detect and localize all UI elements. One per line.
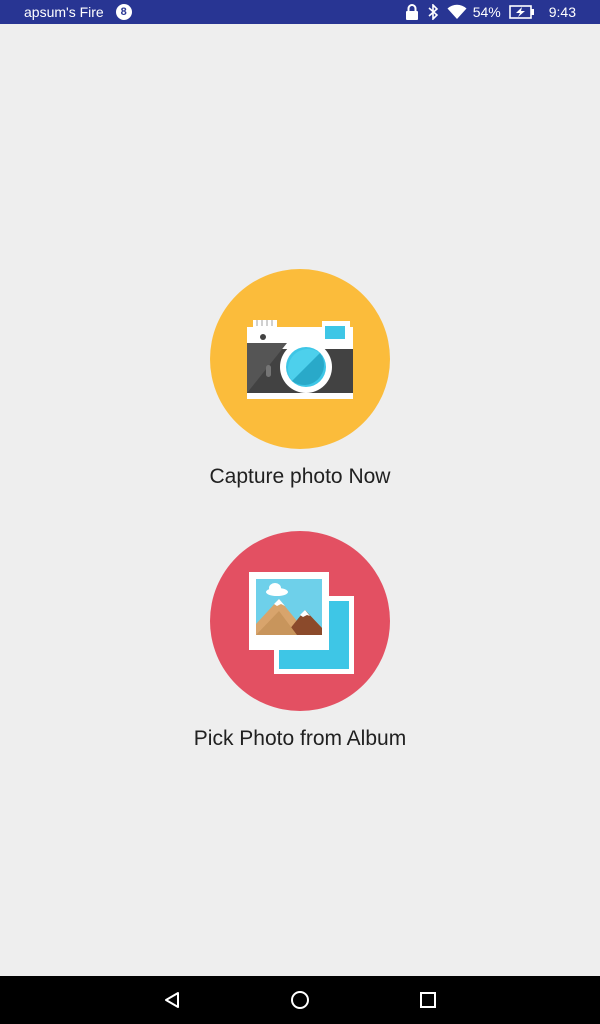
pick-photo-button[interactable] bbox=[210, 531, 390, 711]
notification-badge: 8 bbox=[115, 4, 132, 20]
wifi-icon bbox=[447, 4, 467, 20]
device-name: apsum's Fire bbox=[24, 4, 104, 20]
camera-icon bbox=[247, 320, 353, 399]
back-button[interactable] bbox=[160, 988, 184, 1012]
main-content: Capture photo Now Pick Photo from Album bbox=[0, 24, 600, 976]
photo-album-icon bbox=[249, 572, 354, 674]
pick-photo-action[interactable]: Pick Photo from Album bbox=[0, 531, 600, 751]
home-button[interactable] bbox=[288, 988, 312, 1012]
battery-charging-icon bbox=[508, 5, 535, 19]
capture-photo-label[interactable]: Capture photo Now bbox=[210, 465, 391, 489]
pick-photo-label[interactable]: Pick Photo from Album bbox=[194, 727, 406, 751]
back-icon bbox=[165, 992, 179, 1008]
battery-percent: 54% bbox=[472, 4, 501, 20]
status-left: apsum's Fire 8 bbox=[24, 0, 132, 24]
status-bar: apsum's Fire 8 54% 9:43 bbox=[0, 0, 600, 24]
recents-icon bbox=[420, 992, 436, 1008]
capture-photo-action[interactable]: Capture photo Now bbox=[0, 269, 600, 489]
status-right: 54% 9:43 bbox=[397, 0, 576, 24]
lock-icon bbox=[405, 4, 419, 20]
capture-photo-button[interactable] bbox=[210, 269, 390, 449]
recents-button[interactable] bbox=[416, 988, 440, 1012]
clock: 9:43 bbox=[548, 4, 576, 20]
navigation-bar bbox=[0, 976, 600, 1024]
home-icon bbox=[291, 991, 309, 1009]
bluetooth-icon bbox=[427, 4, 439, 20]
